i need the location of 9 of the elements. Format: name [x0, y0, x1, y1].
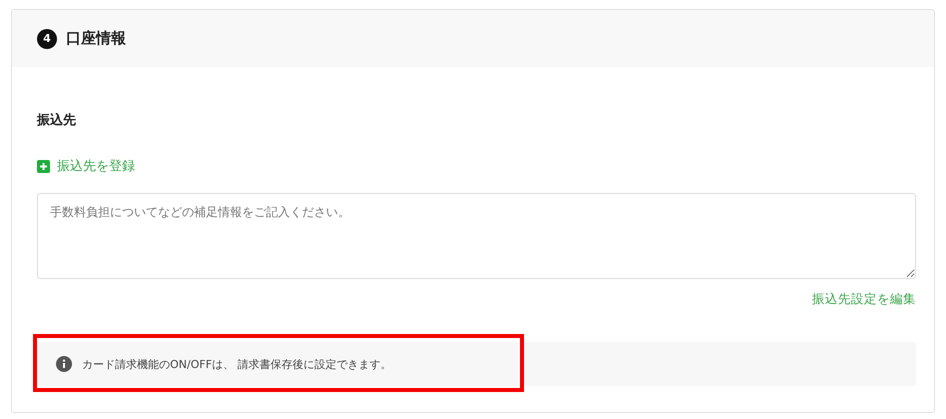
edit-recipient-link[interactable]: 振込先設定を編集	[812, 291, 916, 308]
field-label: 振込先	[37, 112, 76, 129]
step-number-badge: 4	[37, 28, 57, 48]
section-title: 口座情報	[66, 29, 126, 48]
plus-icon	[37, 160, 50, 172]
add-recipient-link[interactable]: 振込先を登録	[37, 157, 135, 175]
note-field[interactable]: 手数料負担についてなどの補足情報をご記入ください。	[37, 193, 916, 279]
notice-text: カード請求機能のON/OFFは、 請求書保存後に設定できます。	[82, 356, 392, 372]
info-icon	[56, 356, 72, 372]
